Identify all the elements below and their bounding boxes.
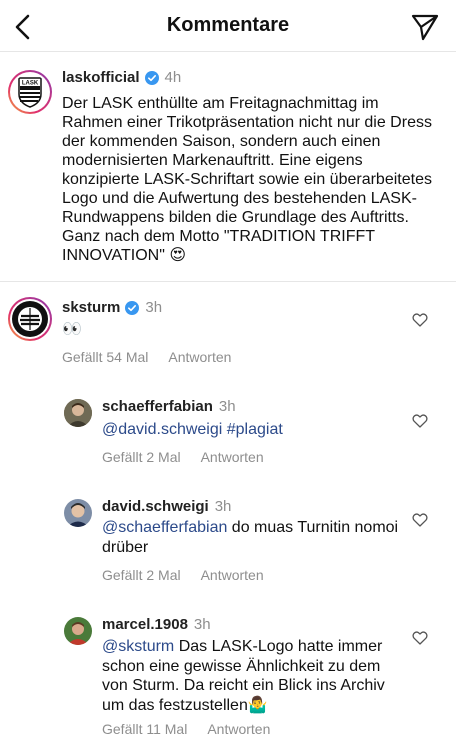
username-link[interactable]: david.schweigi bbox=[102, 498, 209, 515]
paper-plane-icon bbox=[411, 14, 439, 41]
caption-meta: laskofficial 4h bbox=[62, 69, 181, 86]
avatar[interactable] bbox=[64, 499, 92, 527]
comment-actions: Gefällt 11 Mal Antworten bbox=[102, 721, 290, 737]
timestamp: 4h bbox=[164, 69, 182, 86]
comment-text: 👀 bbox=[62, 321, 82, 338]
lask-logo-icon: LASK bbox=[18, 77, 42, 108]
timestamp: 3h bbox=[193, 616, 211, 633]
reply-button[interactable]: Antworten bbox=[168, 349, 231, 365]
comment-text: @schaefferfabian do muas Turnitin nomoi … bbox=[102, 518, 402, 557]
likes-count[interactable]: Gefällt 54 Mal bbox=[62, 349, 148, 365]
comment-actions: Gefällt 2 Mal Antworten bbox=[102, 449, 284, 465]
likes-count[interactable]: Gefällt 11 Mal bbox=[102, 721, 187, 737]
heart-icon[interactable] bbox=[412, 630, 428, 646]
avatar[interactable] bbox=[8, 297, 52, 341]
profile-photo-icon bbox=[64, 499, 92, 527]
caption-text: Der LASK enthüllte am Freitagnachmittag … bbox=[62, 95, 432, 264]
timestamp: 3h bbox=[214, 498, 232, 515]
timestamp: 3h bbox=[218, 398, 236, 415]
svg-text:LASK: LASK bbox=[22, 81, 39, 87]
reply-button[interactable]: Antworten bbox=[201, 567, 264, 583]
post-caption: LASK laskofficial 4h Der LASK enthüllte … bbox=[0, 52, 456, 282]
username-link[interactable]: sksturm bbox=[62, 299, 120, 316]
mention-link[interactable]: @david.schweigi #plagiat bbox=[102, 421, 283, 438]
comment-text: @david.schweigi #plagiat bbox=[102, 420, 402, 440]
profile-photo-icon bbox=[64, 399, 92, 427]
comment-text: @sksturm Das LASK-Logo hatte immer schon… bbox=[102, 637, 402, 715]
verified-badge-icon bbox=[125, 300, 140, 315]
reply-button[interactable]: Antworten bbox=[207, 721, 270, 737]
likes-count[interactable]: Gefällt 2 Mal bbox=[102, 449, 181, 465]
avatar[interactable] bbox=[64, 399, 92, 427]
comment-actions: Gefällt 54 Mal Antworten bbox=[62, 349, 251, 365]
verified-badge-icon bbox=[144, 70, 159, 85]
avatar[interactable]: LASK bbox=[8, 70, 52, 114]
username-link[interactable]: schaefferfabian bbox=[102, 398, 213, 415]
share-button[interactable] bbox=[408, 10, 442, 44]
comment-actions: Gefällt 2 Mal Antworten bbox=[102, 567, 284, 583]
timestamp: 3h bbox=[145, 299, 163, 316]
header-bar: Kommentare bbox=[0, 0, 456, 52]
comment-meta: sksturm 3h bbox=[62, 299, 162, 316]
heart-icon[interactable] bbox=[412, 312, 428, 328]
mention-link[interactable]: @schaefferfabian bbox=[102, 519, 227, 536]
reply-button[interactable]: Antworten bbox=[201, 449, 264, 465]
mention-link[interactable]: @sksturm bbox=[102, 638, 174, 655]
profile-photo-icon bbox=[64, 617, 92, 645]
comment-meta: marcel.1908 3h bbox=[102, 616, 211, 633]
sk-sturm-logo-icon bbox=[14, 303, 46, 335]
page-title: Kommentare bbox=[166, 14, 290, 36]
heart-icon[interactable] bbox=[412, 413, 428, 429]
avatar[interactable] bbox=[64, 617, 92, 645]
username-link[interactable]: marcel.1908 bbox=[102, 616, 188, 633]
username-link[interactable]: laskofficial bbox=[62, 69, 140, 86]
comment-meta: schaefferfabian 3h bbox=[102, 398, 236, 415]
likes-count[interactable]: Gefällt 2 Mal bbox=[102, 567, 181, 583]
comment-meta: david.schweigi 3h bbox=[102, 498, 231, 515]
heart-icon[interactable] bbox=[412, 512, 428, 528]
